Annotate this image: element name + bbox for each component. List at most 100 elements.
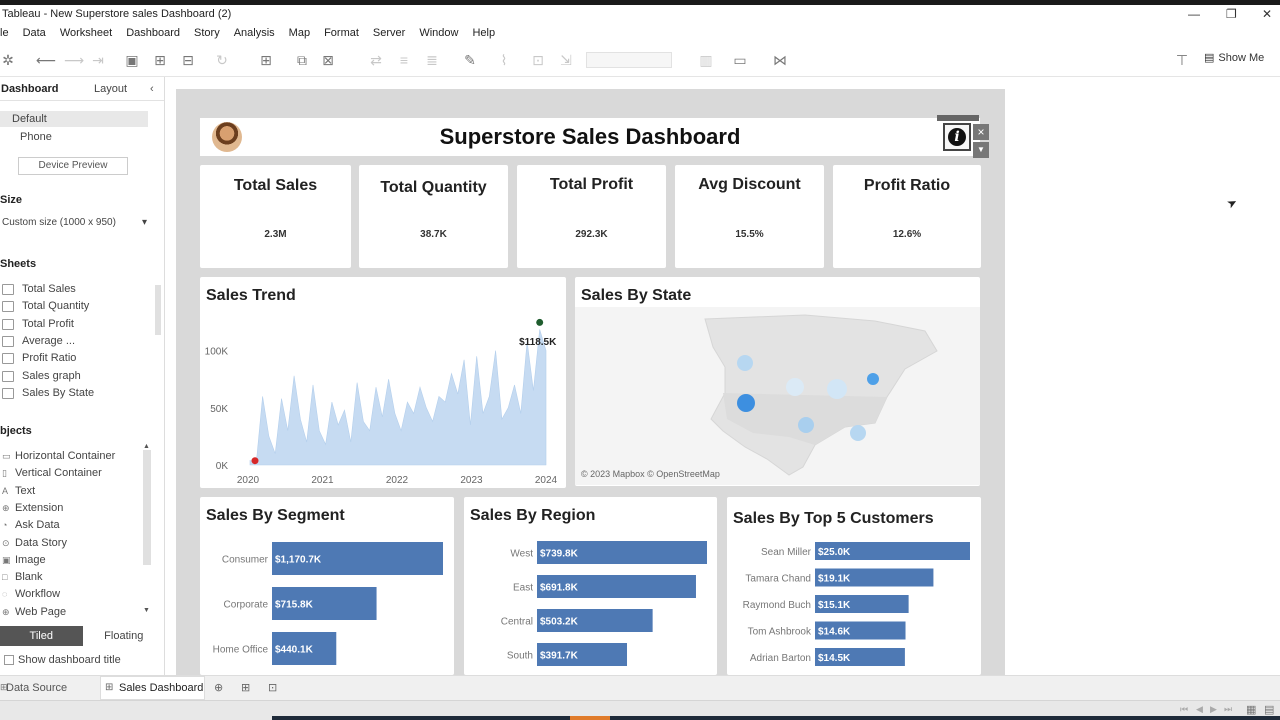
max-point[interactable] — [536, 318, 544, 326]
nav-first-icon[interactable]: ⏮ — [1180, 704, 1188, 715]
filmstrip-view-icon[interactable]: ▤ — [1264, 703, 1274, 716]
sheet-item[interactable]: Average ... — [22, 335, 75, 347]
menu-item[interactable]: Story — [194, 27, 220, 39]
labels-icon[interactable]: ⊡ — [530, 52, 546, 68]
object-item[interactable]: Web Page — [15, 606, 66, 618]
new-story-icon[interactable]: ⊡ — [268, 681, 277, 694]
sales-by-segment-card[interactable]: Sales By Segment Consumer $1,170.7K Corpor… — [200, 497, 454, 675]
info-button[interactable]: i — [943, 123, 971, 151]
menu-item[interactable]: le — [0, 27, 9, 39]
menu-item[interactable]: Worksheet — [60, 27, 112, 39]
sheet-item[interactable]: Total Quantity — [22, 300, 89, 312]
tab-dashboard[interactable]: Dashboard — [0, 83, 64, 95]
nav-next-icon[interactable]: ▶ — [1210, 704, 1217, 715]
new-worksheet-icon[interactable]: ⊕ — [214, 681, 223, 694]
new-datasource-icon[interactable]: ⊞ — [152, 52, 168, 68]
menu-item[interactable]: Map — [289, 27, 310, 39]
object-item[interactable]: Blank — [15, 571, 43, 583]
sort-asc-icon[interactable]: ≡ — [396, 52, 412, 68]
sales-by-region-card[interactable]: Sales By Region West $739.8K East $691.8K Ce… — [464, 497, 717, 675]
tiled-button[interactable]: Tiled — [0, 626, 83, 646]
size-select[interactable]: Custom size (1000 x 950) ▾ — [2, 217, 150, 228]
device-default[interactable]: Default — [12, 113, 47, 125]
map-marker[interactable] — [850, 425, 866, 441]
map-marker[interactable] — [798, 417, 814, 433]
sheet-item[interactable]: Sales graph — [22, 370, 81, 382]
save-icon[interactable]: ▣ — [124, 52, 140, 68]
info-drag-handle[interactable] — [937, 115, 979, 121]
scroll-down-icon[interactable]: ▼ — [143, 607, 150, 614]
group-icon[interactable]: ⌇ — [496, 52, 512, 68]
sort-desc-icon[interactable]: ≣ — [424, 52, 440, 68]
tableau-logo-icon[interactable]: ✲ — [0, 52, 16, 68]
nav-last-icon[interactable]: ⏭ — [1224, 704, 1232, 715]
sales-dashboard-tab[interactable]: ⊞ Sales Dashboard — [100, 676, 205, 700]
maximize-button[interactable]: ❐ — [1226, 7, 1237, 21]
kpi-card[interactable]: Total Profit 292.3K — [517, 165, 666, 268]
menu-item[interactable]: Window — [419, 27, 458, 39]
object-item[interactable]: Text — [15, 485, 35, 497]
menu-item[interactable]: Data — [23, 27, 46, 39]
sheet-item[interactable]: Total Sales — [22, 283, 76, 295]
redo-icon[interactable]: ⇥ — [90, 52, 106, 68]
sales-trend-card[interactable]: Sales Trend 0K 50K 100K 2020 2021 2022 2023 202… — [200, 277, 566, 488]
forward-icon[interactable]: ⟶ — [64, 52, 84, 68]
sales-area[interactable] — [249, 329, 547, 466]
object-item[interactable]: Vertical Container — [15, 467, 102, 479]
presentation-mode-icon[interactable]: ▭ — [732, 52, 748, 68]
grid-view-icon[interactable]: ▦ — [1246, 703, 1256, 716]
swap-icon[interactable]: ⇄ — [368, 52, 384, 68]
sheets-scrollbar[interactable] — [155, 285, 161, 335]
sheet-item[interactable]: Total Profit — [22, 318, 74, 330]
kpi-card[interactable]: Total Quantity 38.7K — [359, 165, 508, 268]
show-me-button[interactable]: ▤ Show Me — [1204, 51, 1264, 65]
tab-layout[interactable]: Layout — [93, 83, 133, 95]
kpi-card[interactable]: Avg Discount 15.5% — [675, 165, 824, 268]
kpi-card[interactable]: Total Sales 2.3M — [200, 165, 351, 268]
pause-updates-icon[interactable]: ⊟ — [180, 52, 196, 68]
share-icon[interactable]: ⋈ — [772, 52, 788, 68]
menu-item[interactable]: Dashboard — [126, 27, 180, 39]
sales-by-state-card[interactable]: Sales By State © 2023 Mapbox © OpenStree… — [575, 277, 980, 486]
menu-item[interactable]: Analysis — [234, 27, 275, 39]
map-marker[interactable] — [867, 373, 879, 385]
clear-sheet-icon[interactable]: ⊠ — [320, 52, 336, 68]
sheet-item[interactable]: Profit Ratio — [22, 352, 76, 364]
object-item[interactable]: Horizontal Container — [15, 450, 115, 462]
pin-icon[interactable]: ⊤ — [1174, 52, 1190, 68]
menu-item[interactable]: Help — [472, 27, 495, 39]
top-customers-card[interactable]: Sales By Top 5 Customers Sean Miller $25.… — [727, 497, 981, 675]
refresh-icon[interactable]: ↻ — [214, 52, 230, 68]
highlight-icon[interactable]: ✎ — [462, 52, 478, 68]
scroll-up-icon[interactable]: ▲ — [143, 443, 150, 450]
data-source-tab[interactable]: Data Source — [6, 682, 67, 694]
map-marker[interactable] — [786, 378, 804, 396]
objects-scrollbar[interactable] — [143, 450, 151, 565]
device-preview-button[interactable]: Device Preview — [18, 157, 128, 175]
nav-prev-icon[interactable]: ◀ — [1196, 704, 1203, 715]
menu-item[interactable]: Format — [324, 27, 359, 39]
sheet-item[interactable]: Sales By State — [22, 387, 94, 399]
object-item[interactable]: Data Story — [15, 537, 67, 549]
object-item[interactable]: Image — [15, 554, 46, 566]
object-item[interactable]: Ask Data — [15, 519, 60, 531]
floating-button[interactable]: Floating — [83, 626, 166, 646]
menu-item[interactable]: Server — [373, 27, 405, 39]
object-menu-icon[interactable]: ▼ — [973, 142, 989, 158]
object-item[interactable]: Extension — [15, 502, 63, 514]
new-sheet-icon[interactable]: ⊞ — [258, 52, 274, 68]
close-button[interactable]: ✕ — [1262, 7, 1272, 21]
map-marker[interactable] — [827, 379, 847, 399]
fix-axes-icon[interactable]: ⇲ — [558, 52, 574, 68]
map-marker[interactable] — [737, 394, 755, 412]
device-phone[interactable]: Phone — [20, 131, 52, 143]
new-dashboard-icon[interactable]: ⊞ — [241, 681, 250, 694]
minimize-button[interactable]: — — [1188, 7, 1200, 21]
min-point[interactable] — [251, 457, 259, 465]
duplicate-icon[interactable]: ⧉ — [294, 52, 310, 68]
show-cards-icon[interactable]: ▥ — [698, 52, 714, 68]
object-item[interactable]: Workflow — [15, 588, 60, 600]
kpi-card[interactable]: Profit Ratio 12.6% — [833, 165, 981, 268]
remove-object-icon[interactable]: × — [973, 124, 989, 140]
fit-select[interactable] — [586, 52, 672, 68]
